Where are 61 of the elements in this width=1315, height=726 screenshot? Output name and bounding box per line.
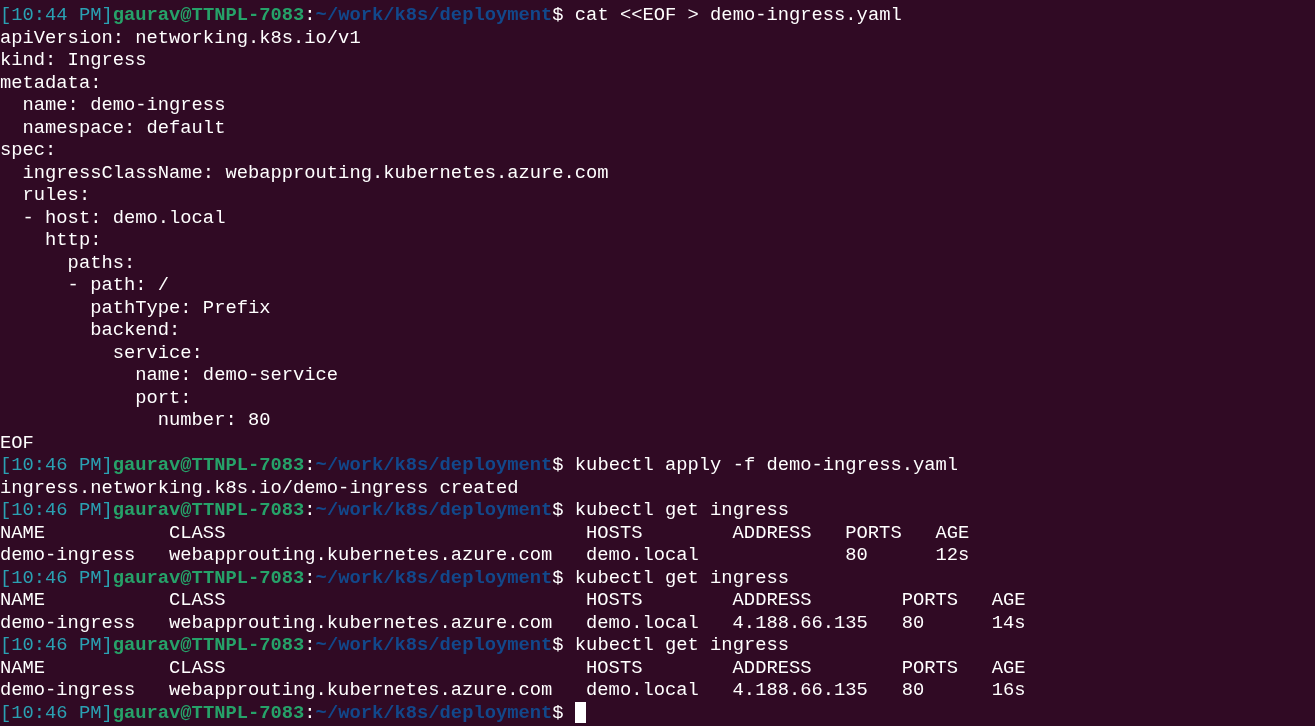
prompt-path: ~/work/k8s/deployment	[315, 499, 553, 522]
output-line: kind: Ingress	[0, 49, 147, 72]
output-line: NAME CLASS HOSTS ADDRESS PORTS AGE	[0, 589, 1026, 612]
output-line: demo-ingress webapprouting.kubernetes.azure.com demo.local 4.188.66.135 80 16s	[0, 679, 1026, 702]
output-line: ingressClassName: webapprouting.kubernetes.azure.com	[21, 161, 609, 184]
command-text: cat <<EOF > demo-ingress.yaml	[574, 4, 902, 27]
output-line: NAME CLASS HOSTS ADDRESS PORTS AGE	[0, 656, 1026, 679]
output-line: service:	[111, 341, 203, 364]
output-line: EOF	[0, 431, 34, 454]
output-line: apiVersion: networking.k8s.io/v1	[0, 26, 361, 49]
output-line: metadata:	[0, 71, 102, 94]
prompt-time: [10:44 PM]	[0, 4, 113, 27]
output-line: name: demo-service	[134, 364, 339, 387]
prompt-path: ~/work/k8s/deployment	[315, 701, 553, 724]
output-line: name: demo-ingress	[21, 94, 226, 117]
prompt-user: gaurav@TTNPL-7083	[112, 701, 305, 724]
output-line: - host: demo.local	[21, 206, 226, 229]
output-line: rules:	[21, 184, 91, 207]
prompt-separator: :	[304, 566, 316, 589]
prompt-path: ~/work/k8s/deployment	[315, 566, 553, 589]
command-text: kubectl get ingress	[574, 634, 789, 657]
prompt-path: ~/work/k8s/deployment	[315, 454, 553, 477]
prompt-user: gaurav@TTNPL-7083	[112, 4, 305, 27]
output-line: backend:	[89, 319, 181, 342]
output-line: http:	[44, 229, 102, 252]
prompt-separator: :	[304, 454, 316, 477]
prompt-user: gaurav@TTNPL-7083	[112, 454, 305, 477]
output-line: - path: /	[66, 274, 170, 297]
prompt-separator: :	[304, 701, 316, 724]
prompt-user: gaurav@TTNPL-7083	[112, 499, 305, 522]
command-text: kubectl apply -f demo-ingress.yaml	[574, 454, 959, 477]
prompt-separator: :	[304, 634, 316, 657]
output-line: spec:	[0, 139, 57, 162]
prompt-symbol: $	[552, 4, 564, 27]
output-line: port:	[134, 386, 192, 409]
prompt-user: gaurav@TTNPL-7083	[112, 634, 305, 657]
prompt-time: [10:46 PM]	[0, 634, 113, 657]
prompt-time: [10:46 PM]	[0, 701, 113, 724]
prompt-symbol: $	[552, 566, 564, 589]
prompt-time: [10:46 PM]	[0, 499, 113, 522]
output-line: namespace: default	[21, 116, 226, 139]
output-line: ingress.networking.k8s.io/demo-ingress created	[0, 476, 519, 499]
output-line: demo-ingress webapprouting.kubernetes.azure.com demo.local 80 12s	[0, 544, 970, 567]
output-line: demo-ingress webapprouting.kubernetes.azure.com demo.local 4.188.66.135 80 14s	[0, 611, 1026, 634]
output-line: paths:	[66, 251, 136, 274]
prompt-symbol: $	[552, 701, 564, 724]
output-line: number: 80	[156, 409, 271, 432]
prompt-time: [10:46 PM]	[0, 454, 113, 477]
command-text: kubectl get ingress	[574, 566, 789, 589]
output-line: NAME CLASS HOSTS ADDRESS PORTS AGE	[0, 521, 970, 544]
prompt-separator: :	[304, 4, 316, 27]
prompt-time: [10:46 PM]	[0, 566, 113, 589]
prompt-symbol: $	[552, 634, 564, 657]
output-line: pathType: Prefix	[89, 296, 271, 319]
prompt-user: gaurav@TTNPL-7083	[112, 566, 305, 589]
prompt-path: ~/work/k8s/deployment	[315, 634, 553, 657]
prompt-path: ~/work/k8s/deployment	[315, 4, 553, 27]
prompt-symbol: $	[552, 454, 564, 477]
prompt-symbol: $	[552, 499, 564, 522]
command-text: kubectl get ingress	[574, 499, 789, 522]
prompt-separator: :	[304, 499, 316, 522]
